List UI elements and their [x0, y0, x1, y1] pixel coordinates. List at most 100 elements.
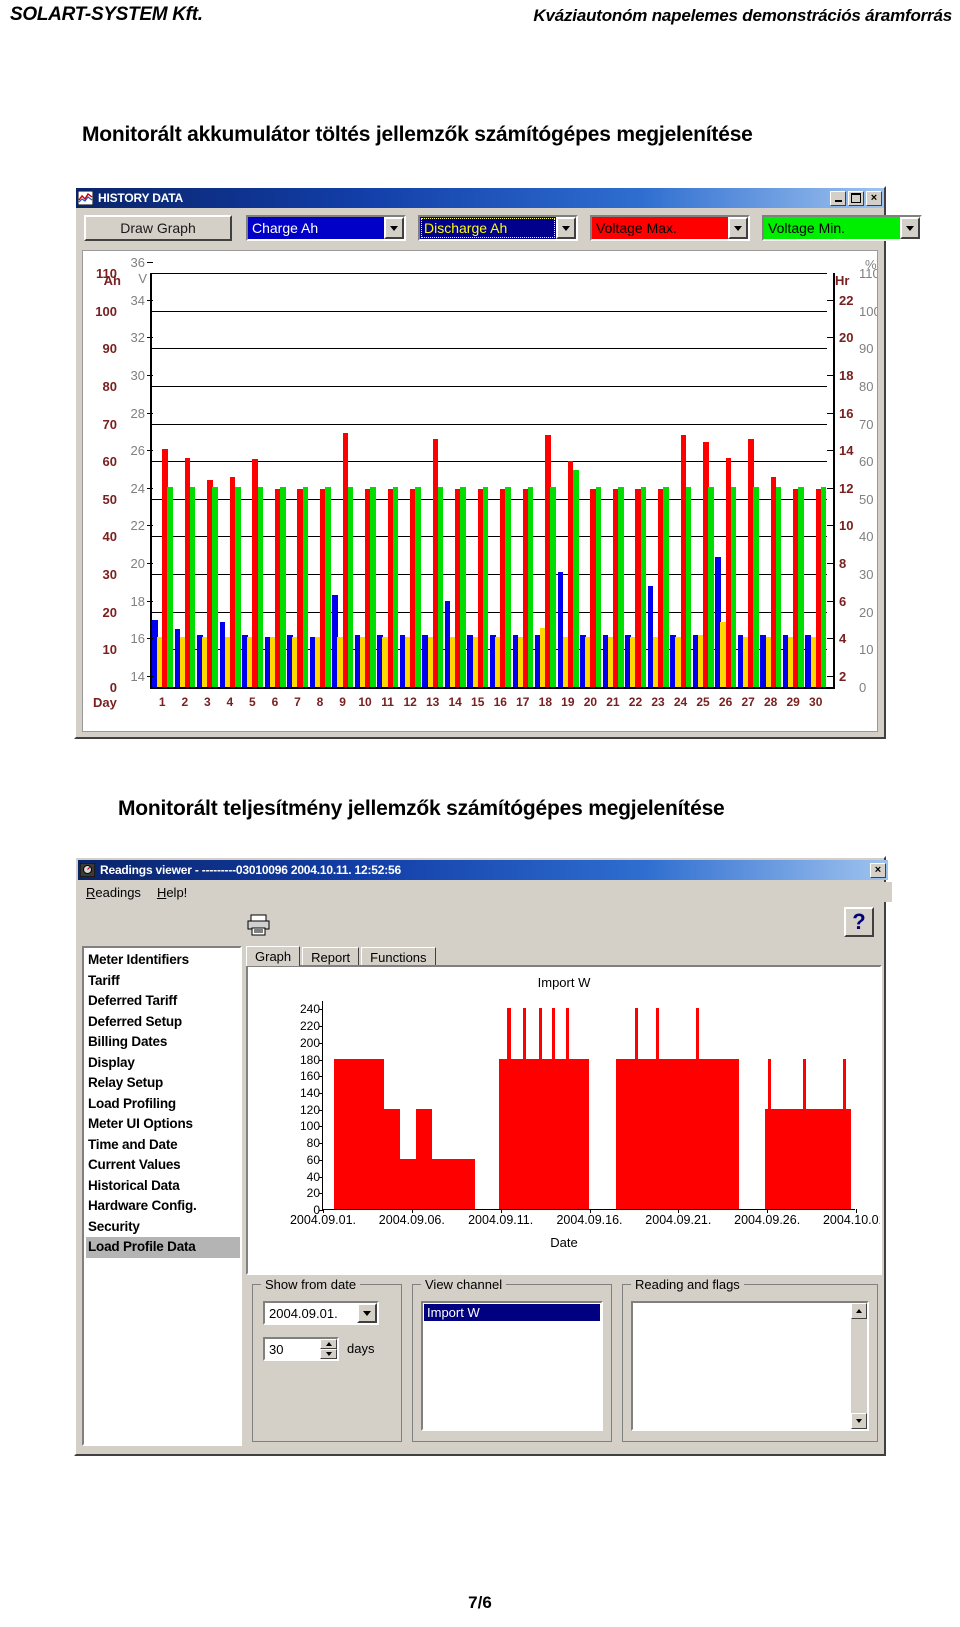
- discharge-ah-value: Discharge Ah: [420, 217, 556, 239]
- tick-label-day: 14: [448, 695, 462, 709]
- sidebar-item-meter-ui-options[interactable]: Meter UI Options: [86, 1114, 240, 1135]
- tick-label-day: 28: [763, 695, 778, 709]
- tick-label-day: 2: [181, 695, 189, 709]
- sidebar-item-deferred-tariff[interactable]: Deferred Tariff: [86, 991, 240, 1012]
- charge-ah-value: Charge Ah: [248, 217, 384, 239]
- days-stepper[interactable]: 30: [263, 1337, 339, 1361]
- sidebar-item-time-and-date[interactable]: Time and Date: [86, 1135, 240, 1156]
- tick-label-pct: 110: [859, 266, 878, 281]
- spin-down-icon[interactable]: [320, 1349, 337, 1359]
- chart-bar: [167, 486, 173, 687]
- sidebar-item-billing-dates[interactable]: Billing Dates: [86, 1032, 240, 1053]
- readings-tabs: Graph Report Functions: [246, 946, 438, 966]
- maximize-button[interactable]: [848, 190, 864, 206]
- tick-label-day: 1: [158, 695, 166, 709]
- tick-label-ah: 40: [102, 529, 117, 545]
- tick-label-ah: 110: [96, 266, 117, 281]
- chart-bar: [437, 486, 444, 687]
- menu-item-help[interactable]: Help!: [157, 885, 187, 900]
- tick-label-day: 23: [651, 695, 665, 709]
- chevron-down-icon[interactable]: [900, 217, 920, 239]
- reading-and-flags-group: Reading and flags: [622, 1277, 878, 1442]
- scroll-down-icon[interactable]: [851, 1413, 867, 1429]
- history-titlebar: HISTORY DATA ×: [76, 188, 884, 208]
- chart-area-segment: [565, 1008, 569, 1209]
- spin-up-icon[interactable]: [320, 1339, 337, 1349]
- list-item[interactable]: Import W: [424, 1304, 600, 1321]
- readings-sidebar[interactable]: Meter Identifiers Tariff Deferred Tariff De…: [82, 946, 242, 1446]
- voltage-min-select[interactable]: Voltage Min.: [762, 215, 922, 241]
- days-spin-buttons[interactable]: [320, 1339, 337, 1359]
- tick-label-day: 10: [358, 695, 372, 709]
- chart-area-segment: [333, 1058, 385, 1209]
- chevron-down-icon[interactable]: [728, 217, 748, 239]
- tab-report[interactable]: Report: [302, 947, 360, 966]
- sidebar-item-display[interactable]: Display: [86, 1053, 240, 1074]
- history-title-text: HISTORY DATA: [98, 191, 183, 205]
- chart-bar: [753, 486, 759, 687]
- sidebar-item-historical-data[interactable]: Historical Data: [86, 1176, 240, 1197]
- print-button[interactable]: [240, 907, 278, 943]
- tick-label-day: 5: [249, 695, 256, 709]
- sidebar-item-load-profiling[interactable]: Load Profiling: [86, 1094, 240, 1115]
- discharge-ah-select[interactable]: Discharge Ah: [418, 215, 578, 241]
- tab-functions[interactable]: Functions: [361, 947, 436, 966]
- chart-bar: [708, 486, 714, 687]
- tick-label-day: 24: [673, 695, 688, 709]
- draw-graph-button[interactable]: Draw Graph: [84, 215, 232, 241]
- chart-bar: [527, 486, 534, 687]
- sidebar-item-relay-setup[interactable]: Relay Setup: [86, 1073, 240, 1094]
- chart-bar: [302, 486, 309, 687]
- sidebar-item-tariff[interactable]: Tariff: [86, 971, 240, 992]
- scroll-up-icon[interactable]: [851, 1303, 867, 1319]
- readings-menubar: Readings Help!: [78, 882, 892, 902]
- sidebar-item-deferred-setup[interactable]: Deferred Setup: [86, 1012, 240, 1033]
- sidebar-item-current-values[interactable]: Current Values: [86, 1155, 240, 1176]
- tick-label-ah: 80: [102, 378, 117, 394]
- page-number: 7/6: [468, 1593, 492, 1612]
- scrollbar[interactable]: [851, 1303, 867, 1429]
- sidebar-item-security[interactable]: Security: [86, 1217, 240, 1238]
- help-button[interactable]: ?: [844, 907, 874, 937]
- left-axis-line: [150, 273, 152, 689]
- printer-icon: [247, 914, 270, 936]
- chevron-down-icon[interactable]: [556, 217, 576, 239]
- tick-label-hr: 16: [839, 405, 854, 421]
- section-title-2: Monitorált teljesítmény jellemzők számít…: [118, 797, 725, 820]
- voltage-max-select[interactable]: Voltage Max.: [590, 215, 750, 241]
- sidebar-item-load-profile-data[interactable]: Load Profile Data: [86, 1237, 240, 1258]
- close-button[interactable]: ×: [866, 190, 882, 206]
- right-axis-line: [833, 273, 835, 689]
- show-from-date-value: 2004.09.01.: [269, 1305, 338, 1321]
- menu-item-readings[interactable]: Readings: [86, 885, 141, 900]
- tick-label-day: 25: [696, 695, 710, 709]
- history-plot-area: [151, 273, 827, 688]
- chevron-down-icon[interactable]: [384, 217, 404, 239]
- close-button[interactable]: ×: [870, 862, 886, 878]
- view-channel-list[interactable]: Import W: [421, 1301, 603, 1431]
- tick-mark: [319, 1076, 323, 1078]
- chart-area-segment: [765, 1108, 851, 1209]
- tick-label-y: 120: [299, 1102, 320, 1117]
- minimize-button[interactable]: [830, 190, 846, 206]
- tick-label-x: 2004.09.01.: [289, 1213, 357, 1227]
- reading-and-flags-list[interactable]: [631, 1301, 869, 1431]
- tick-label-v: 32: [130, 330, 145, 346]
- tick-label-day: 7: [294, 695, 301, 709]
- tick-label-hr: 14: [839, 443, 854, 459]
- chevron-down-icon[interactable]: [357, 1303, 377, 1323]
- sidebar-item-meter-identifiers[interactable]: Meter Identifiers: [86, 950, 240, 971]
- tick-label-y: 220: [299, 1019, 320, 1034]
- axis-label-date: Date: [550, 1235, 578, 1250]
- tick-label-day: 21: [606, 695, 620, 709]
- tab-graph[interactable]: Graph: [246, 946, 301, 966]
- tick-label-day: 26: [718, 695, 733, 709]
- chart-bar: [415, 486, 421, 687]
- charge-ah-select[interactable]: Charge Ah: [246, 215, 406, 241]
- tick-mark: [856, 1209, 857, 1213]
- show-from-date-select[interactable]: 2004.09.01.: [263, 1301, 379, 1325]
- tick-label-x: 2004.09.26.: [734, 1213, 801, 1227]
- tick-label-ah: 30: [102, 567, 117, 583]
- sidebar-item-hardware-config[interactable]: Hardware Config.: [86, 1196, 240, 1217]
- tick-label-y: 100: [299, 1119, 320, 1134]
